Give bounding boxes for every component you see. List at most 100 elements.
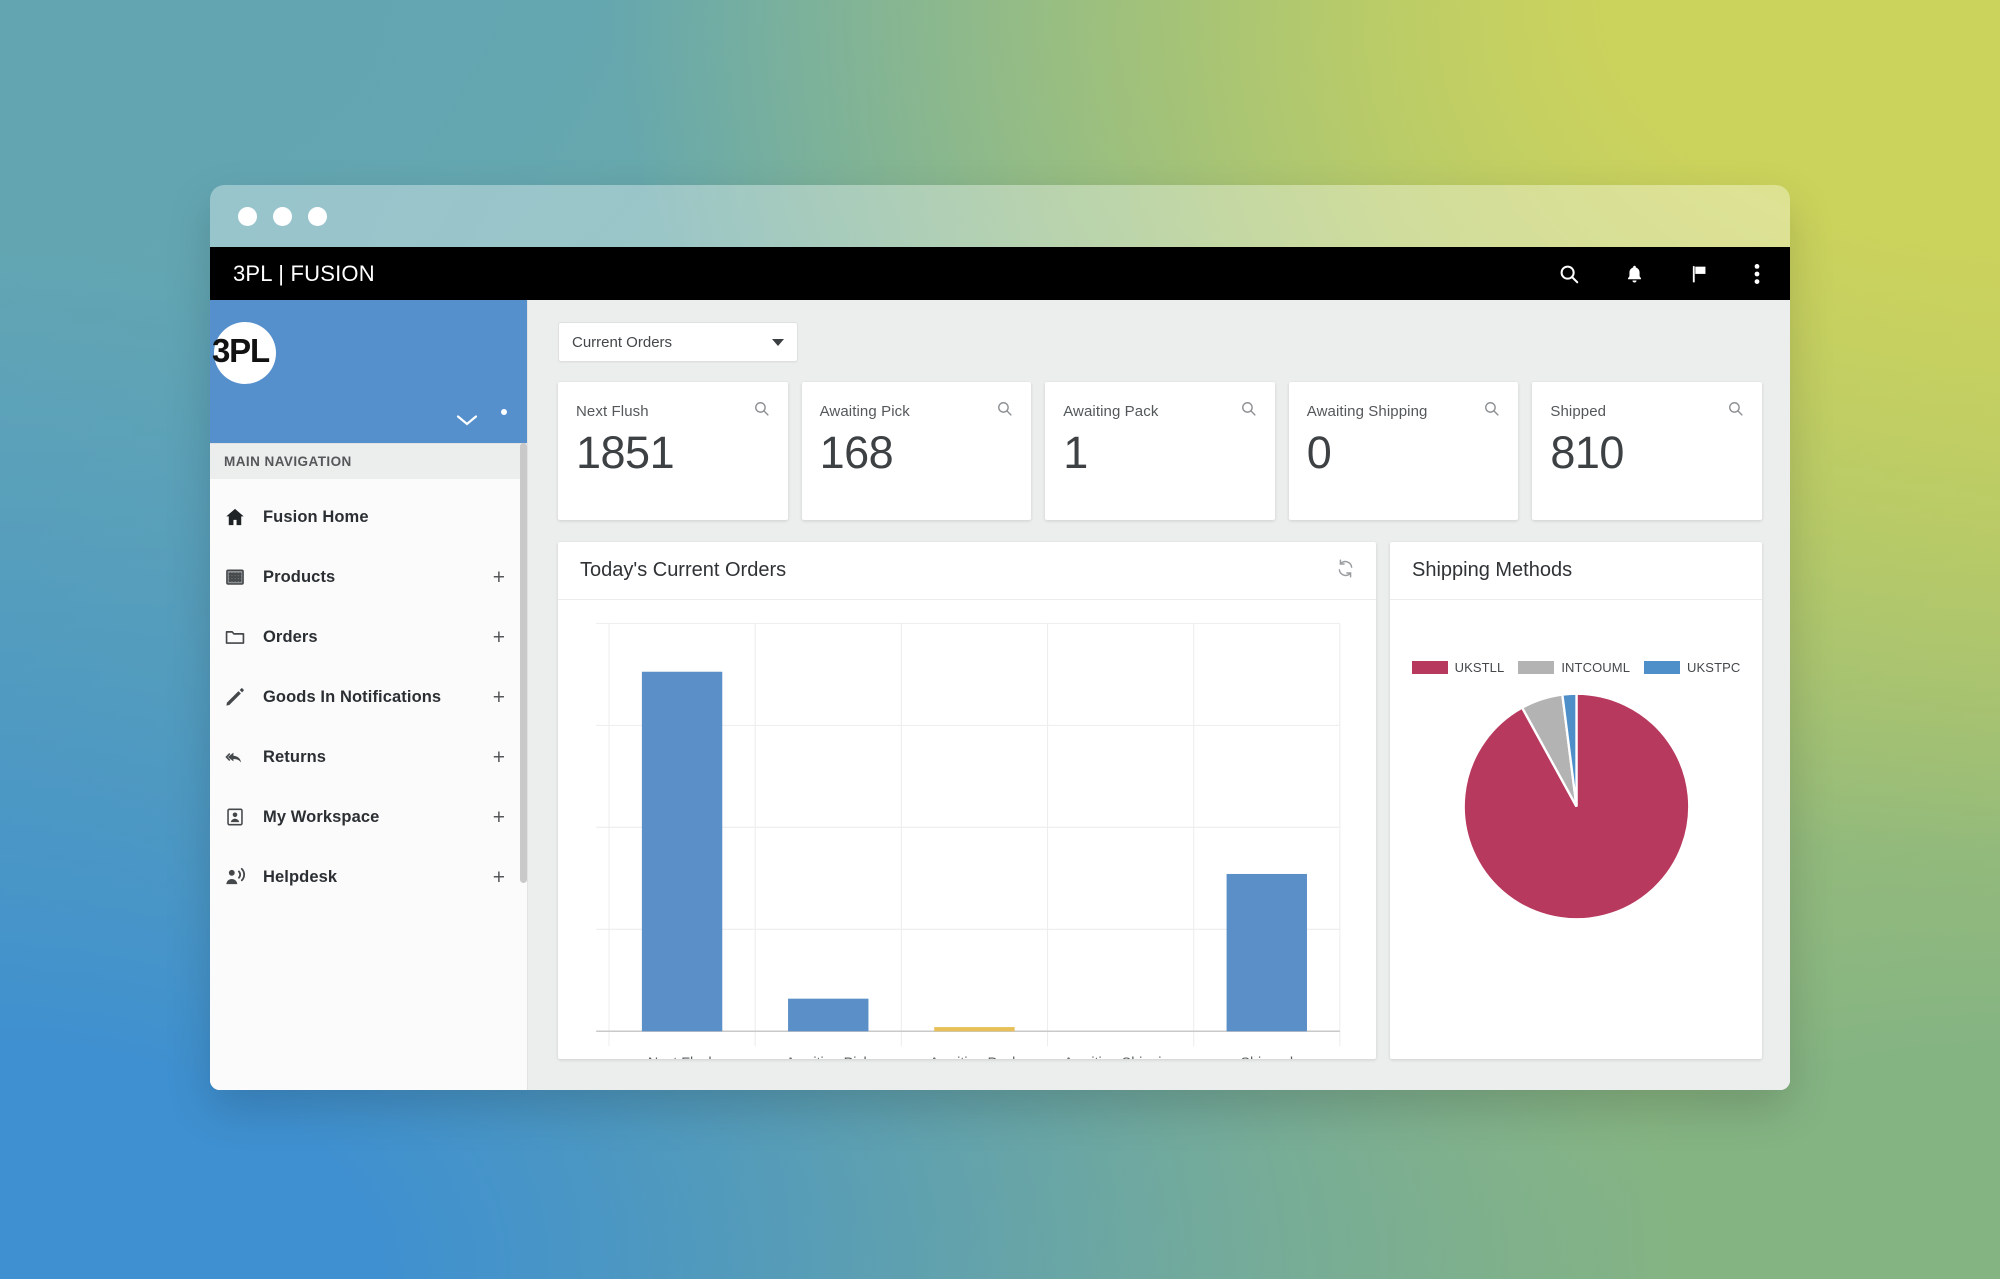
- kpi-header: Awaiting Pick: [820, 400, 1014, 422]
- kpi-title: Next Flush: [576, 402, 649, 420]
- search-icon[interactable]: [1727, 400, 1744, 422]
- chevron-down-icon[interactable]: [455, 412, 479, 431]
- browser-window: 3PL | FUSION 3PL MAIN NAVIGATION Fusion …: [210, 185, 1790, 1090]
- kpi-value: 1: [1063, 427, 1088, 478]
- kpi-card-awaiting-pack[interactable]: Awaiting Pack 1: [1045, 382, 1275, 520]
- kpi-card-next-flush[interactable]: Next Flush 1851: [558, 382, 788, 520]
- sidebar-item-orders[interactable]: Orders +: [210, 607, 527, 667]
- search-icon[interactable]: [1558, 263, 1580, 285]
- sidebar-item-my-workspace[interactable]: My Workspace +: [210, 787, 527, 847]
- expand-toggle[interactable]: +: [493, 867, 505, 888]
- sidebar-item-helpdesk[interactable]: Helpdesk +: [210, 847, 527, 907]
- brand-title: 3PL | FUSION: [233, 260, 375, 286]
- top-bar-actions: [1558, 263, 1760, 285]
- person-icon: [224, 806, 256, 828]
- legend-item[interactable]: UKSTLL: [1411, 660, 1505, 675]
- panel-header: Today's Current Orders: [558, 542, 1376, 600]
- panel-header: Shipping Methods: [1390, 542, 1762, 600]
- kpi-card-awaiting-pick[interactable]: Awaiting Pick 168: [801, 382, 1032, 520]
- shipping-methods-pie-chart: [1462, 692, 1690, 921]
- search-icon[interactable]: [996, 400, 1013, 422]
- kpi-value: 168: [819, 427, 894, 478]
- svg-text:Awaiting Pick: Awaiting Pick: [786, 1055, 872, 1059]
- dashboard-panels: Today's Current Orders Next Flush Awaiti…: [558, 542, 1762, 1059]
- expand-toggle[interactable]: +: [493, 747, 505, 768]
- logo-text: 3PL: [212, 332, 270, 369]
- sidebar-item-label: Orders: [263, 627, 318, 646]
- sidebar-item-goods-in-notifications[interactable]: Goods In Notifications +: [210, 667, 527, 727]
- expand-toggle[interactable]: +: [493, 687, 505, 708]
- kpi-card-awaiting-shipping[interactable]: Awaiting Shipping 0: [1288, 382, 1519, 520]
- todays-current-orders-panel: Today's Current Orders Next Flush Awaiti…: [558, 542, 1376, 1059]
- kpi-title: Shipped: [1550, 402, 1607, 420]
- legend-label: UKSTLL: [1454, 660, 1505, 675]
- filter-selected-value: Current Orders: [572, 333, 673, 351]
- legend-label: INTCOUML: [1561, 660, 1631, 675]
- legend-swatch: [1644, 661, 1681, 674]
- sidebar-item-label: Helpdesk: [263, 867, 338, 886]
- svg-text:Awaiting Pack: Awaiting Pack: [930, 1055, 1021, 1059]
- main-content: Current Orders Next Flush 1851 Awaiting …: [528, 300, 1790, 1090]
- sidebar-item-label: Goods In Notifications: [263, 687, 442, 706]
- status-dot: [501, 409, 507, 415]
- expand-toggle[interactable]: +: [493, 807, 505, 828]
- kpi-card-shipped[interactable]: Shipped 810: [1532, 382, 1762, 520]
- shipping-methods-panel: Shipping Methods UKSTLL INTCOUML UKSTPC: [1390, 542, 1762, 1059]
- home-icon: [224, 506, 256, 528]
- nav-section-title: MAIN NAVIGATION: [210, 443, 527, 479]
- sidebar-nav-list: Fusion Home Products + Orders + Goods In…: [210, 479, 527, 907]
- kpi-header: Next Flush: [576, 400, 770, 422]
- svg-text:Awaiting Shipping: Awaiting Shipping: [1064, 1055, 1178, 1059]
- pie-chart-container: [1390, 689, 1762, 924]
- search-icon[interactable]: [753, 400, 770, 422]
- folder-icon: [224, 626, 256, 648]
- sidebar-item-returns[interactable]: Returns +: [210, 727, 527, 787]
- window-titlebar: [210, 185, 1790, 247]
- legend-item[interactable]: UKSTPC: [1644, 660, 1740, 675]
- desktop-background: 3PL | FUSION 3PL MAIN NAVIGATION Fusion …: [0, 0, 2000, 1279]
- kpi-title: Awaiting Pack: [1063, 402, 1159, 420]
- support-icon: [224, 866, 256, 888]
- svg-text:Next Flush: Next Flush: [648, 1055, 717, 1059]
- sidebar-scrollbar[interactable]: [520, 443, 527, 883]
- pencil-icon: [224, 686, 256, 708]
- kpi-value: 1851: [576, 427, 675, 478]
- legend-swatch: [1411, 661, 1448, 674]
- panel-body: Next Flush Awaiting Pick Awaiting Pack Awai…: [558, 600, 1376, 1059]
- sidebar-item-label: Returns: [263, 747, 327, 766]
- sidebar-item-fusion-home[interactable]: Fusion Home: [210, 487, 527, 547]
- grid-icon: [224, 566, 256, 588]
- orders-bar-chart: Next Flush Awaiting Pick Awaiting Pack Awai…: [596, 622, 1341, 1059]
- kpi-header: Awaiting Shipping: [1307, 400, 1501, 422]
- sidebar-header: 3PL: [210, 300, 527, 443]
- kpi-card-row: Next Flush 1851 Awaiting Pick 168 Awaiti…: [558, 382, 1762, 520]
- orders-filter-dropdown[interactable]: Current Orders: [558, 322, 798, 362]
- panel-body: UKSTLL INTCOUML UKSTPC: [1390, 600, 1762, 1059]
- chevron-down-icon: [772, 338, 784, 346]
- refresh-icon[interactable]: [1335, 558, 1356, 584]
- sidebar-item-products[interactable]: Products +: [210, 547, 527, 607]
- search-icon[interactable]: [1240, 400, 1257, 422]
- window-close-button[interactable]: [238, 206, 257, 226]
- kpi-header: Awaiting Pack: [1063, 400, 1257, 422]
- kpi-header: Shipped: [1550, 400, 1744, 422]
- sidebar-item-label: My Workspace: [263, 807, 380, 826]
- svg-text:Shipped: Shipped: [1240, 1055, 1293, 1059]
- bell-icon[interactable]: [1624, 263, 1645, 285]
- pie-legend: UKSTLL INTCOUML UKSTPC: [1390, 600, 1762, 675]
- more-vertical-icon[interactable]: [1754, 263, 1760, 285]
- app-body: 3PL MAIN NAVIGATION Fusion Home Products…: [210, 300, 1790, 1090]
- reply-all-icon: [224, 746, 256, 768]
- legend-label: UKSTPC: [1687, 660, 1741, 675]
- window-minimize-button[interactable]: [273, 206, 292, 226]
- top-navigation-bar: 3PL | FUSION: [210, 247, 1790, 300]
- legend-swatch: [1518, 661, 1555, 674]
- kpi-value: 0: [1306, 427, 1332, 478]
- legend-item[interactable]: INTCOUML: [1518, 660, 1630, 675]
- search-icon[interactable]: [1483, 400, 1500, 422]
- expand-toggle[interactable]: +: [493, 627, 505, 648]
- expand-toggle[interactable]: +: [493, 567, 505, 588]
- window-maximize-button[interactable]: [308, 206, 327, 226]
- application-shell: 3PL | FUSION 3PL MAIN NAVIGATION Fusion …: [210, 247, 1790, 1090]
- flag-icon[interactable]: [1689, 263, 1710, 285]
